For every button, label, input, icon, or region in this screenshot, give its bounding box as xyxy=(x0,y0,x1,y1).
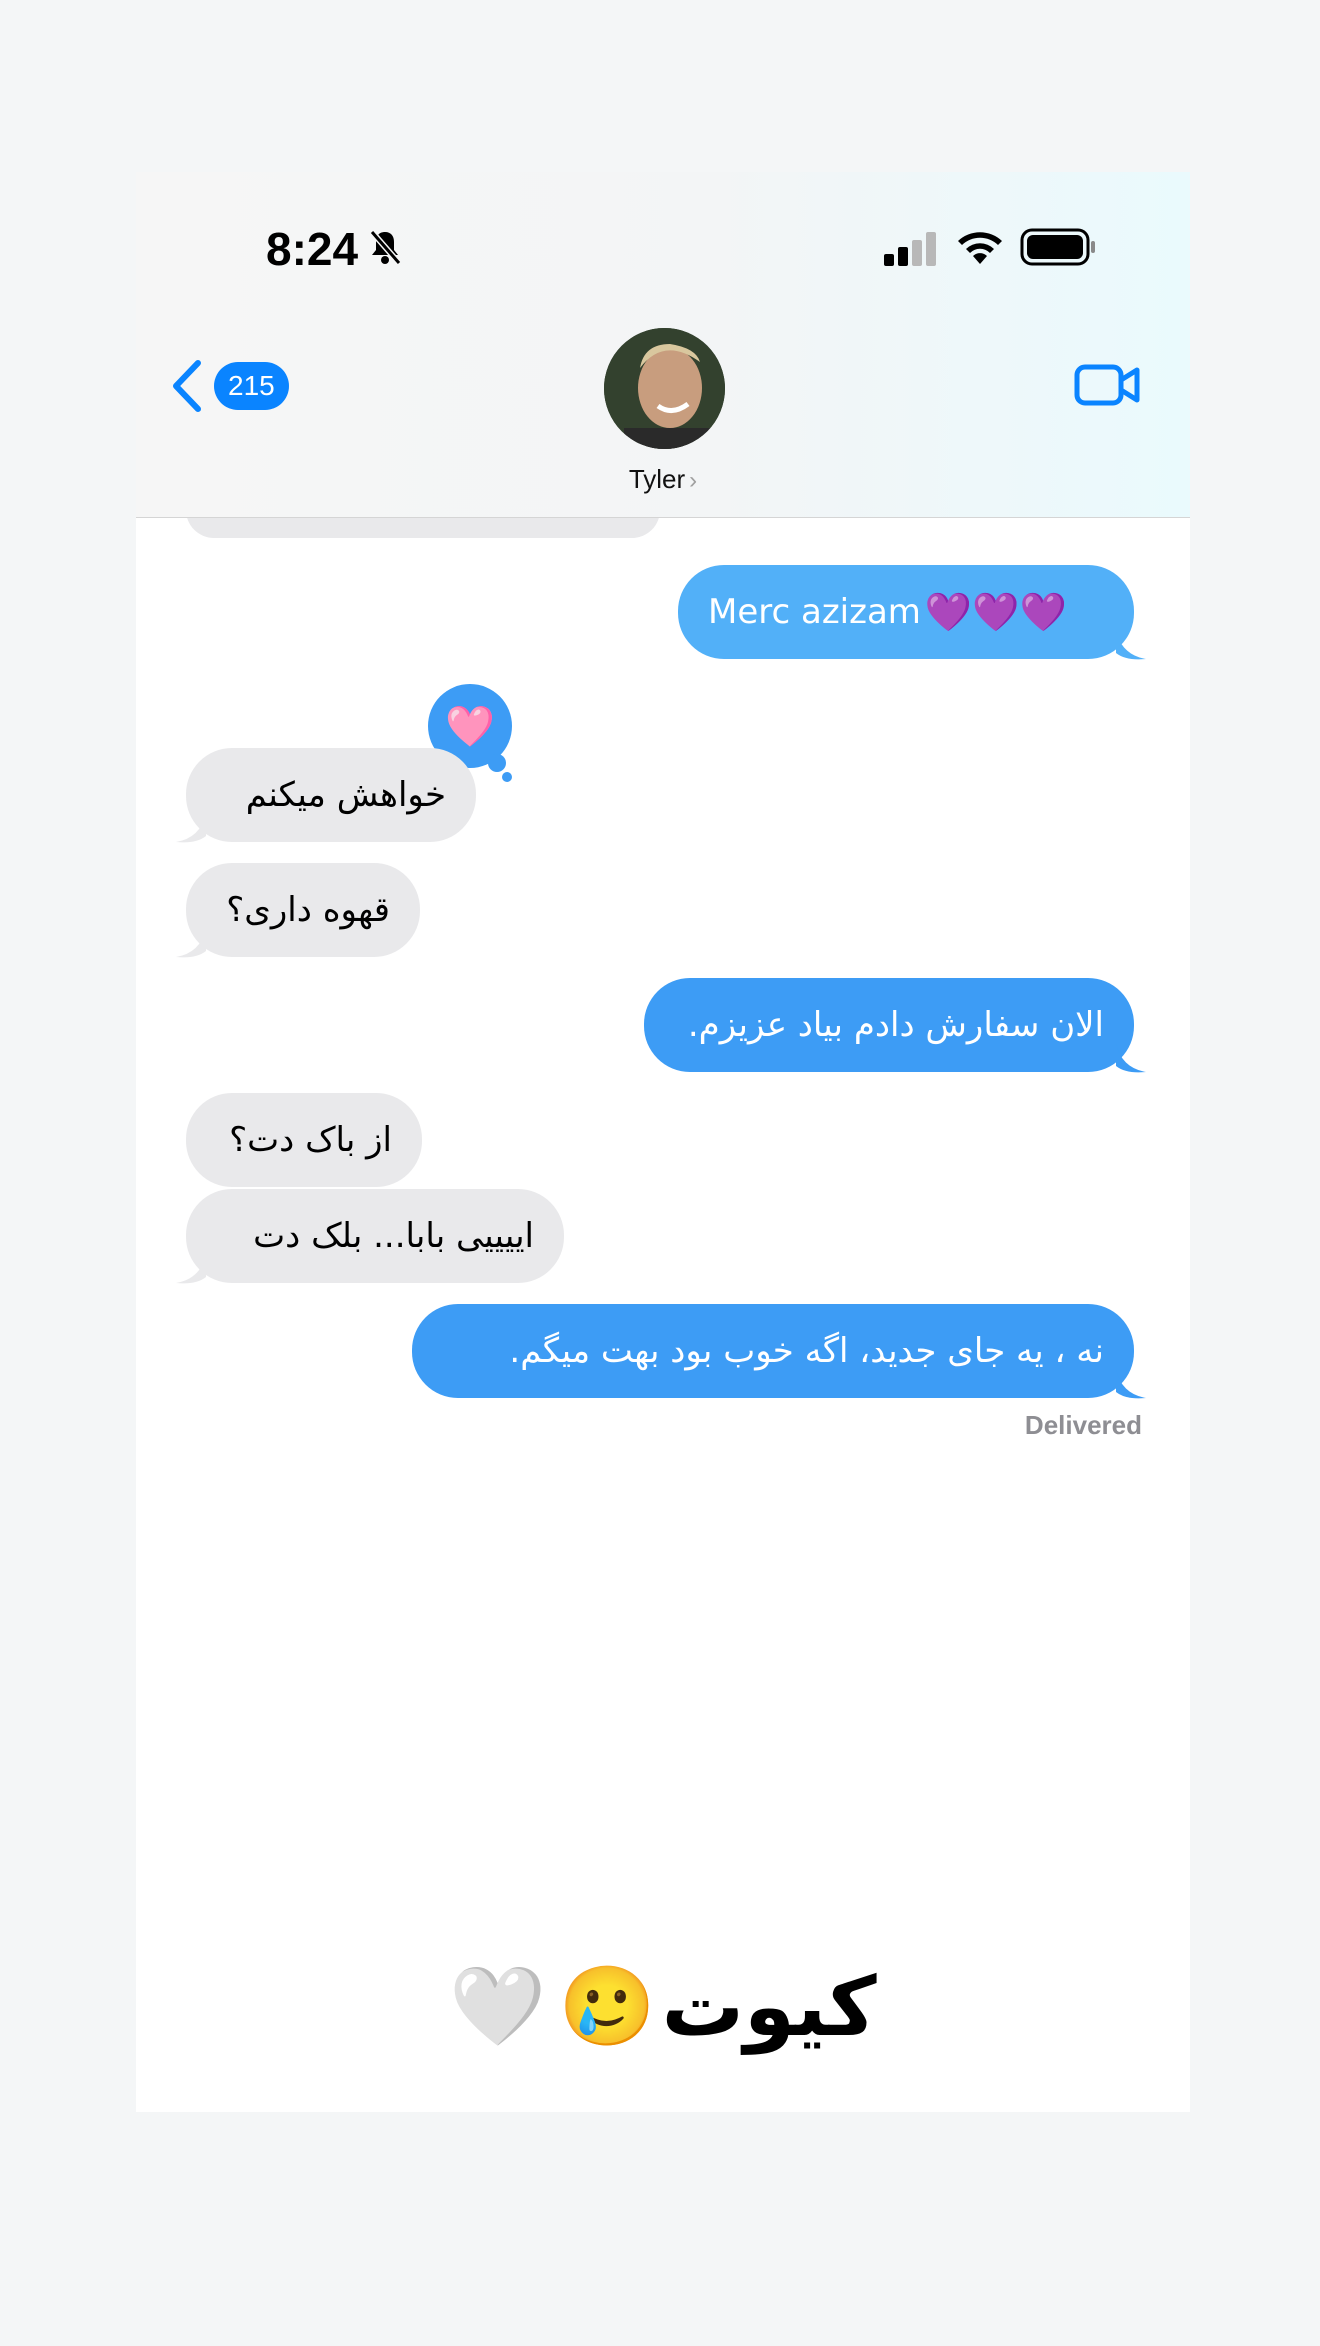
unread-count-badge: 215 xyxy=(214,362,289,410)
bubble-tail xyxy=(1116,631,1146,660)
message-bubble-outgoing[interactable]: الان سفارش دادم بیاد عزیزم. xyxy=(644,978,1146,1073)
message-bubble-incoming[interactable]: از باک دت؟ xyxy=(186,1093,422,1187)
caption-text: کیوت xyxy=(661,1960,877,2055)
messages-screen: 8:24 215 Tyler › Merc azizam 💜💜💜 🩷 خواهش… xyxy=(136,172,1190,2112)
contact-name: Tyler xyxy=(628,464,686,494)
status-time: 8:24 xyxy=(266,223,359,275)
cellular-signal-icon xyxy=(884,232,936,266)
white-heart-emoji: 🤍 xyxy=(449,1962,547,2052)
message-text: خواهش میکنم xyxy=(245,775,446,815)
purple-hearts-emoji: 💜💜💜 xyxy=(924,589,1067,634)
contact-name-button[interactable]: Tyler › xyxy=(136,464,1190,495)
message-bubble-outgoing[interactable]: نه ، یه جای جدید، اگه خوب بود بهت میگم. xyxy=(412,1304,1146,1399)
message-bubble-outgoing[interactable]: Merc azizam 💜💜💜 xyxy=(678,565,1146,660)
tapback-dot xyxy=(488,754,506,772)
tapback-dot xyxy=(502,772,512,782)
smiling-tear-emoji: 🥲 xyxy=(558,1962,656,2052)
battery-icon xyxy=(1020,228,1095,266)
avatar-photo xyxy=(604,328,725,449)
message-text: اییییی بابا... بلک دت xyxy=(253,1216,534,1256)
chevron-left-icon xyxy=(173,360,201,412)
wifi-icon xyxy=(958,232,1002,264)
story-caption: 🤍 🥲 کیوت xyxy=(0,1960,1320,2055)
back-button[interactable]: 215 xyxy=(170,358,289,414)
message-text: از باک دت؟ xyxy=(229,1120,392,1160)
bubble-tail xyxy=(176,1255,206,1284)
contact-avatar[interactable] xyxy=(604,328,725,449)
message-bubble-incoming[interactable]: قهوه داری؟ xyxy=(176,863,420,958)
message-bubble-incoming[interactable]: خواهش میکنم xyxy=(176,748,476,843)
silent-bell-icon xyxy=(369,230,401,265)
message-text: Merc azizam xyxy=(708,592,921,632)
message-text: نه ، یه جای جدید، اگه خوب بود بهت میگم. xyxy=(509,1331,1104,1371)
delivered-status: Delivered xyxy=(1024,1410,1142,1440)
conversation-header: 8:24 215 Tyler › xyxy=(136,172,1190,518)
bubble-tail xyxy=(1116,1370,1146,1399)
pink-heart-emoji: 🩷 xyxy=(445,703,495,750)
message-bubble-incoming[interactable]: اییییی بابا... بلک دت xyxy=(176,1189,564,1284)
video-call-icon[interactable] xyxy=(1074,362,1140,408)
chevron-right-icon: › xyxy=(689,467,698,494)
message-text: الان سفارش دادم بیاد عزیزم. xyxy=(687,1005,1104,1045)
bubble-tail xyxy=(176,929,206,958)
bubble-tail xyxy=(176,814,206,843)
bubble-tail xyxy=(1116,1044,1146,1073)
message-text: قهوه داری؟ xyxy=(226,890,390,930)
